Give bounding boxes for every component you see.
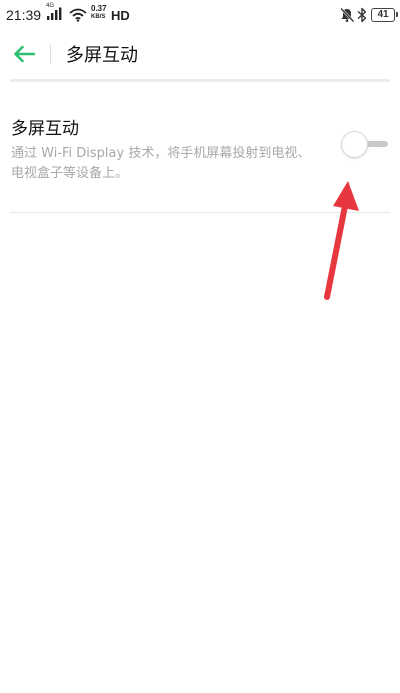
bluetooth-icon xyxy=(357,7,367,23)
battery-icon: 41 xyxy=(371,8,398,22)
net-speed-value: 0.37 xyxy=(91,4,107,13)
signal-icon xyxy=(47,7,62,20)
arrow-left-icon xyxy=(14,45,35,63)
page-title: 多屏互动 xyxy=(66,45,138,66)
status-bar: 21:39 4G 0.37 KB/S HD 41 xyxy=(0,0,400,30)
status-time: 21:39 xyxy=(6,7,42,23)
setting-description: 通过 Wi-Fi Display 技术，将手机屏幕投射到电视、电视盒子等设备上。 xyxy=(11,146,311,181)
battery-level: 41 xyxy=(377,9,389,20)
net-speed-unit: KB/S xyxy=(91,14,106,20)
wifi-icon xyxy=(69,8,87,22)
back-button[interactable] xyxy=(8,38,40,70)
multi-screen-toggle[interactable] xyxy=(340,131,392,161)
header-separator xyxy=(10,79,390,82)
hd-label: HD xyxy=(111,8,130,23)
app-header: 多屏互动 xyxy=(0,30,400,78)
setting-title: 多屏互动 xyxy=(11,119,79,139)
mute-icon xyxy=(340,7,355,23)
header-divider xyxy=(50,44,51,64)
red-arrow-pointer xyxy=(324,181,359,300)
toggle-knob xyxy=(341,131,368,158)
